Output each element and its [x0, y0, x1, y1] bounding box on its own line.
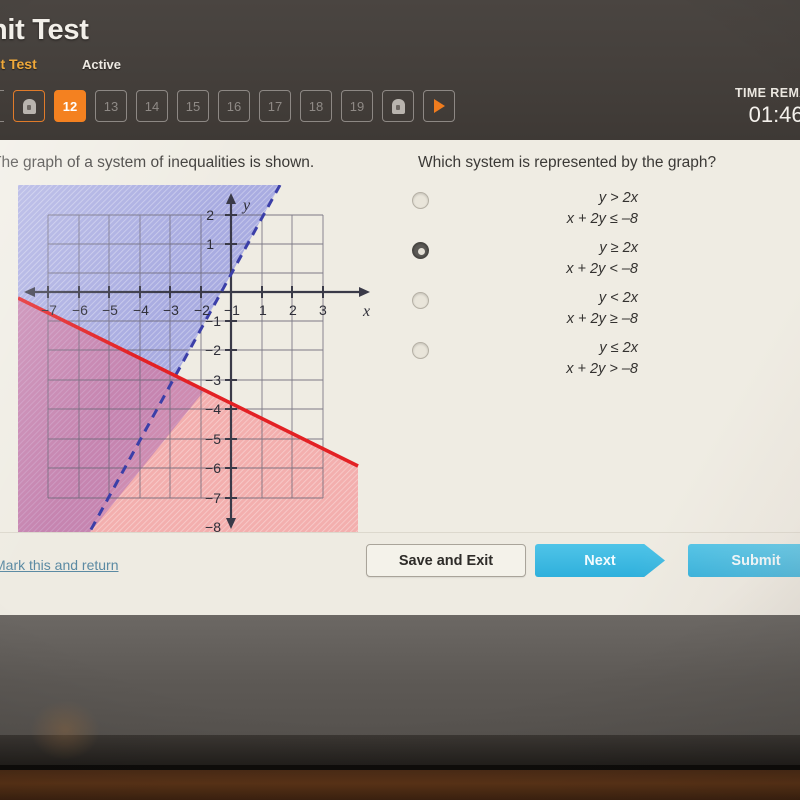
option-4-text: y ≤ 2x x + 2y > –8: [442, 338, 638, 380]
app-header: nit Test nit Test Active 12 13 14 15 16 …: [0, 0, 800, 140]
graph-caption: The graph of a system of inequalities is…: [0, 154, 315, 171]
answer-options[interactable]: y > 2x x + 2y ≤ –8 y ≥ 2x x + 2y < –8 y …: [412, 188, 672, 388]
xtick-3: 3: [319, 302, 327, 318]
submit-button[interactable]: Submit: [688, 544, 800, 577]
xtick--3: −3: [163, 302, 179, 318]
option-1-line-1: y > 2x: [598, 190, 638, 206]
mark-this-and-return-link[interactable]: Mark this and return: [0, 557, 119, 573]
radio-button-option-3[interactable]: [412, 292, 429, 309]
option-4-line-1: y ≤ 2x: [599, 340, 638, 356]
nav-item-12[interactable]: 12: [54, 90, 86, 122]
radio-button-option-1[interactable]: [412, 192, 429, 209]
nav-item-16[interactable]: 16: [218, 90, 250, 122]
option-3-line-2: x + 2y ≥ –8: [566, 311, 638, 327]
question-page: The graph of a system of inequalities is…: [0, 140, 800, 615]
xtick--1: −1: [224, 302, 240, 318]
inequality-graph: −7 −6 −5 −4 −3 −2 −1 1 2 3 2 1 −1 −2 −3 …: [18, 185, 386, 535]
time-remaining: TIME REMAIN 01:46:1: [735, 86, 800, 128]
nav-next-section-button[interactable]: [423, 90, 455, 122]
xtick--7: −7: [41, 302, 57, 318]
nav-item-18[interactable]: 18: [300, 90, 332, 122]
ytick-1: 1: [206, 236, 214, 252]
xtick--6: −6: [72, 302, 88, 318]
answer-option-4[interactable]: y ≤ 2x x + 2y > –8: [412, 338, 672, 388]
play-icon: [433, 99, 445, 113]
ytick--6: −6: [205, 460, 221, 476]
option-2-line-2: x + 2y < –8: [566, 261, 638, 277]
ytick--5: −5: [205, 431, 221, 447]
nav-item-19[interactable]: 19: [341, 90, 373, 122]
monitor-bezel: [0, 615, 800, 735]
nav-item-15[interactable]: 15: [177, 90, 209, 122]
desk-surface: [0, 770, 800, 800]
lock-icon: [391, 98, 405, 114]
time-remaining-value: 01:46:1: [748, 102, 800, 127]
xtick-2: 2: [289, 302, 297, 318]
option-2-line-1: y ≥ 2x: [599, 240, 638, 256]
option-1-text: y > 2x x + 2y ≤ –8: [442, 188, 638, 230]
answer-option-1[interactable]: y > 2x x + 2y ≤ –8: [412, 188, 672, 238]
save-and-exit-button[interactable]: Save and Exit: [366, 544, 526, 577]
monitor-base: [0, 735, 800, 767]
nav-item-lock-current-section[interactable]: [13, 90, 45, 122]
x-axis-label: x: [362, 303, 370, 320]
ytick-2: 2: [206, 207, 214, 223]
desk-light-glow: [30, 700, 100, 760]
ytick--3: −3: [205, 372, 221, 388]
ytick--1: −1: [205, 313, 221, 329]
radio-button-option-2[interactable]: [412, 242, 429, 259]
option-2-text: y ≥ 2x x + 2y < –8: [442, 238, 638, 280]
option-3-text: y < 2x x + 2y ≥ –8: [442, 288, 638, 330]
ytick--7: −7: [205, 490, 221, 506]
answer-option-3[interactable]: y < 2x x + 2y ≥ –8: [412, 288, 672, 338]
xtick-1: 1: [259, 302, 267, 318]
nav-item-17[interactable]: 17: [259, 90, 291, 122]
question-text: Which system is represented by the graph…: [418, 154, 717, 171]
ytick--2: −2: [205, 342, 221, 358]
nav-item-partial[interactable]: [0, 90, 4, 122]
graph-svg: −7 −6 −5 −4 −3 −2 −1 1 2 3 2 1 −1 −2 −3 …: [18, 185, 386, 535]
page-title: nit Test: [0, 14, 89, 46]
option-4-line-2: x + 2y > –8: [566, 361, 638, 377]
lock-icon: [22, 98, 36, 114]
question-footer: Mark this and return Save and Exit Next …: [0, 532, 800, 615]
answer-option-2[interactable]: y ≥ 2x x + 2y < –8: [412, 238, 672, 288]
ytick--4: −4: [205, 401, 221, 417]
photographed-screen: nit Test nit Test Active 12 13 14 15 16 …: [0, 0, 800, 800]
nav-item-14[interactable]: 14: [136, 90, 168, 122]
time-remaining-label: TIME REMAIN: [734, 86, 800, 100]
breadcrumb-unit-test[interactable]: nit Test: [0, 56, 37, 72]
status-badge: Active: [82, 57, 122, 72]
option-3-line-1: y < 2x: [598, 290, 638, 306]
nav-item-13[interactable]: 13: [95, 90, 127, 122]
next-button[interactable]: Next: [535, 544, 665, 577]
question-nav-strip[interactable]: 12 13 14 15 16 17 18 19: [0, 90, 455, 122]
y-axis-label: y: [241, 197, 251, 214]
nav-item-lock-next-section[interactable]: [382, 90, 414, 122]
xtick--4: −4: [133, 302, 149, 318]
radio-button-option-4[interactable]: [412, 342, 429, 359]
xtick--5: −5: [102, 302, 118, 318]
option-1-line-2: x + 2y ≤ –8: [566, 211, 638, 227]
